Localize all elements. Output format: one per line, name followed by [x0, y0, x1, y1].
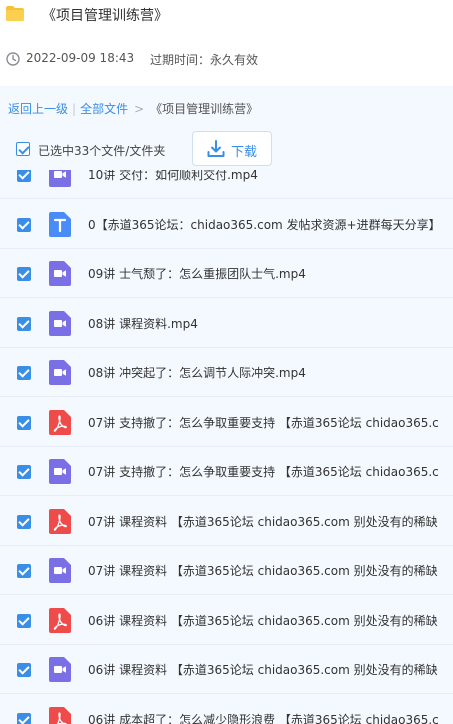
- pdf-file-icon: [49, 706, 71, 724]
- file-checkbox[interactable]: [17, 170, 31, 182]
- breadcrumb-separator: |: [72, 102, 77, 116]
- file-checkbox[interactable]: [17, 564, 31, 578]
- file-checkbox[interactable]: [17, 663, 31, 677]
- file-checkbox[interactable]: [17, 415, 31, 430]
- file-name[interactable]: 07讲 课程资料 【赤道365论坛 chidao365.com 别处没有的稀缺: [88, 562, 438, 579]
- expire-time: 过期时间：永久有效: [150, 53, 259, 67]
- download-icon: [207, 140, 225, 157]
- file-row[interactable]: 08讲 课程资料.mp4: [0, 299, 453, 348]
- file-name[interactable]: 10讲 交付：如何顺利交付.mp4: [88, 170, 258, 183]
- file-row[interactable]: 07讲 课程资料 【赤道365论坛 chidao365.com 别处没有的稀缺: [0, 497, 453, 546]
- file-checkbox[interactable]: [17, 366, 31, 380]
- toolbar-area: 返回上一级 | 全部文件 > 《项目管理训练营》 已选中33个文件/文件夹 下载: [0, 86, 453, 170]
- file-list: 10讲 交付：如何顺利交付.mp4 0【赤道365论坛：chidao365.com…: [0, 170, 453, 724]
- back-link[interactable]: 返回上一级: [8, 102, 68, 116]
- file-name[interactable]: 09讲 士气颓了：怎么重振团队士气.mp4: [88, 265, 306, 282]
- file-name[interactable]: 07讲 课程资料 【赤道365论坛 chidao365.com 别处没有的稀缺: [88, 513, 438, 530]
- file-name[interactable]: 06讲 成本超了：怎么减少隐形浪费 【赤道365论坛 chidao365.c: [88, 711, 439, 724]
- pdf-file-icon: [49, 508, 71, 534]
- pdf-file-icon: [49, 607, 71, 633]
- header: 《项目管理训练营》 2022-09-09 18:43 过期时间：永久有效: [0, 0, 453, 88]
- file-name[interactable]: 06讲 课程资料 【赤道365论坛 chidao365.com 别处没有的稀缺: [88, 612, 438, 629]
- download-button[interactable]: 下载: [192, 131, 272, 166]
- select-all-checkbox[interactable]: [16, 142, 30, 156]
- video-file-icon: [49, 310, 71, 336]
- video-file-icon: [49, 261, 71, 286]
- all-files-link[interactable]: 全部文件: [80, 102, 128, 116]
- file-name[interactable]: 06讲 课程资料 【赤道365论坛 chidao365.com 别处没有的稀缺: [88, 661, 438, 678]
- breadcrumb-current: 《项目管理训练营》: [150, 102, 259, 116]
- file-row[interactable]: 08讲 冲突起了：怎么调节人际冲突.mp4: [0, 348, 453, 397]
- file-checkbox[interactable]: [17, 712, 31, 724]
- file-name[interactable]: 07讲 支持撤了：怎么争取重要支持 【赤道365论坛 chidao365.c: [88, 414, 439, 431]
- selected-count: 已选中33个文件/文件夹: [38, 144, 166, 158]
- file-name[interactable]: 0【赤道365论坛：chidao365.com 发帖求资源+进群每天分享】: [88, 216, 441, 233]
- file-row[interactable]: 07讲 支持撤了：怎么争取重要支持 【赤道365论坛 chidao365.c: [0, 398, 453, 447]
- file-row[interactable]: 0【赤道365论坛：chidao365.com 发帖求资源+进群每天分享】: [0, 200, 453, 249]
- file-row[interactable]: 07讲 课程资料 【赤道365论坛 chidao365.com 别处没有的稀缺: [0, 546, 453, 595]
- video-file-icon: [49, 459, 71, 484]
- file-checkbox[interactable]: [17, 465, 31, 479]
- file-row[interactable]: 06讲 课程资料 【赤道365论坛 chidao365.com 别处没有的稀缺: [0, 596, 453, 645]
- file-checkbox[interactable]: [17, 267, 31, 281]
- file-name[interactable]: 07讲 支持撤了：怎么争取重要支持 【赤道365论坛 chidao365.c: [88, 463, 439, 480]
- video-file-icon: [49, 170, 71, 187]
- file-name[interactable]: 08讲 课程资料.mp4: [88, 315, 198, 332]
- folder-title: 《项目管理训练营》: [42, 8, 168, 24]
- file-name[interactable]: 08讲 冲突起了：怎么调节人际冲突.mp4: [88, 364, 306, 381]
- file-row[interactable]: 07讲 支持撤了：怎么争取重要支持 【赤道365论坛 chidao365.c: [0, 447, 453, 496]
- video-file-icon: [49, 657, 71, 682]
- download-label: 下载: [231, 145, 258, 160]
- text-file-icon: [49, 211, 71, 237]
- folder-icon: [6, 6, 24, 21]
- file-checkbox[interactable]: [17, 613, 31, 628]
- share-date: 2022-09-09 18:43: [26, 51, 135, 65]
- clock-icon: [6, 52, 20, 66]
- video-file-icon: [49, 558, 71, 583]
- breadcrumb: 返回上一级 | 全部文件 > 《项目管理训练营》: [8, 100, 258, 117]
- video-file-icon: [49, 360, 71, 385]
- pdf-file-icon: [49, 409, 71, 435]
- file-row[interactable]: 09讲 士气颓了：怎么重振团队士气.mp4: [0, 249, 453, 298]
- file-row[interactable]: 06讲 成本超了：怎么减少隐形浪费 【赤道365论坛 chidao365.c: [0, 695, 453, 724]
- file-row[interactable]: 10讲 交付：如何顺利交付.mp4: [0, 170, 453, 199]
- file-checkbox[interactable]: [17, 514, 31, 529]
- file-checkbox[interactable]: [17, 217, 31, 232]
- file-row[interactable]: 06讲 课程资料 【赤道365论坛 chidao365.com 别处没有的稀缺: [0, 645, 453, 694]
- file-checkbox[interactable]: [17, 316, 31, 331]
- breadcrumb-arrow: >: [134, 102, 145, 116]
